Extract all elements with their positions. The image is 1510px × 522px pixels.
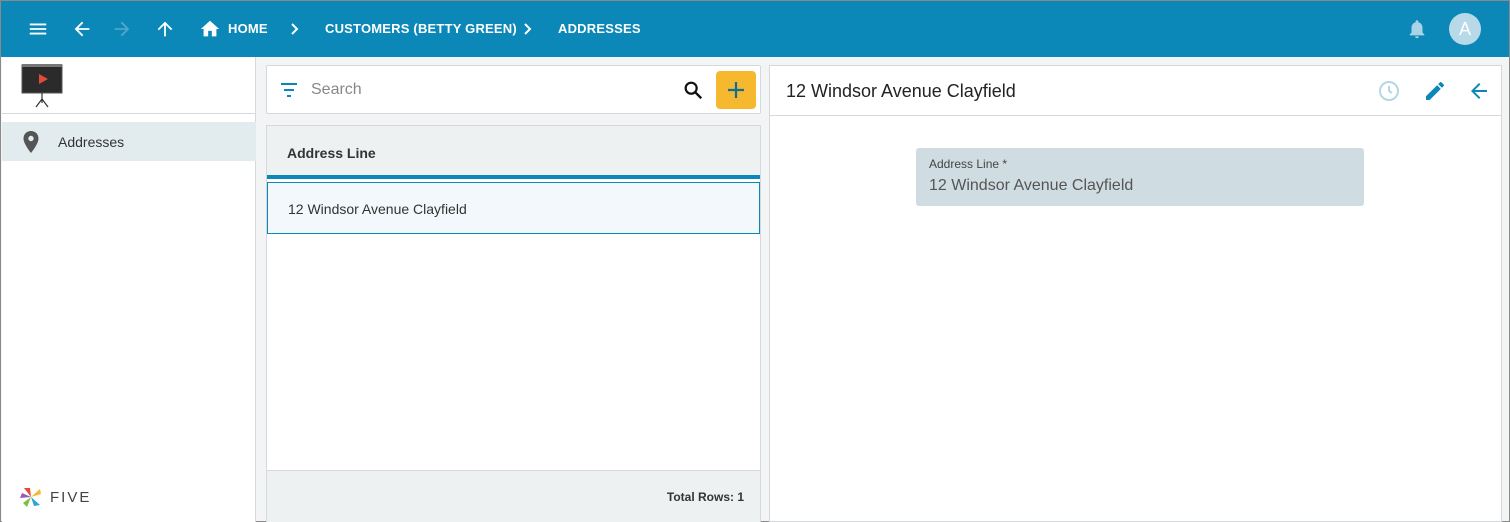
plus-icon (728, 82, 744, 98)
breadcrumb-home[interactable]: HOME (228, 21, 268, 36)
search-input[interactable]: Search (311, 81, 362, 99)
total-rows: Total Rows: 1 (666, 490, 744, 504)
forward-arrow-icon[interactable] (106, 13, 138, 45)
breadcrumb-addresses[interactable]: ADDRESSES (558, 21, 641, 36)
sidebar-header (2, 57, 256, 114)
add-button[interactable] (716, 71, 756, 109)
sidebar: Addresses FIVE (2, 57, 256, 522)
address-line-field[interactable]: Address Line * 12 Windsor Avenue Clayfie… (916, 148, 1364, 206)
detail-panel: 12 Windsor Avenue Clayfield Address Line… (769, 65, 1502, 522)
home-icon[interactable] (196, 13, 224, 45)
list-footer: Total Rows: 1 (267, 470, 760, 522)
list-item-address: 12 Windsor Avenue Clayfield (288, 201, 467, 217)
list-item[interactable]: 12 Windsor Avenue Clayfield (267, 182, 760, 234)
avatar-letter: A (1458, 18, 1471, 39)
search-bar: Search (266, 65, 761, 114)
back-arrow-icon[interactable] (1467, 79, 1491, 103)
detail-header: 12 Windsor Avenue Clayfield (770, 66, 1501, 116)
field-value: 12 Windsor Avenue Clayfield (929, 177, 1134, 194)
five-logo-icon (20, 488, 41, 507)
column-header-address-line: Address Line (287, 145, 376, 161)
sidebar-item-label: Addresses (58, 134, 125, 150)
list-column-header[interactable]: Address Line (267, 126, 760, 179)
presentation-screen-icon (21, 64, 63, 108)
app-window: HOME CUSTOMERS (BETTY GREEN) ADDRESSES A… (0, 0, 1510, 522)
up-arrow-icon[interactable] (149, 13, 181, 45)
bell-icon[interactable] (1401, 13, 1433, 45)
map-pin-icon (23, 131, 39, 153)
top-app-bar: HOME CUSTOMERS (BETTY GREEN) ADDRESSES A (1, 1, 1509, 57)
edit-pencil-icon[interactable] (1423, 79, 1447, 103)
breadcrumb-customers[interactable]: CUSTOMERS (BETTY GREEN) (325, 21, 517, 36)
five-logo: FIVE (18, 484, 91, 510)
sidebar-item-addresses[interactable]: Addresses (2, 122, 256, 161)
avatar[interactable]: A (1449, 13, 1481, 45)
history-clock-icon[interactable] (1377, 79, 1401, 103)
chevron-right-icon (524, 23, 532, 35)
detail-title: 12 Windsor Avenue Clayfield (786, 81, 1016, 101)
filter-icon[interactable] (279, 80, 299, 100)
chevron-right-icon (291, 23, 299, 35)
field-label: Address Line * (929, 157, 1008, 171)
search-icon[interactable] (682, 79, 704, 101)
back-arrow-icon[interactable] (66, 13, 98, 45)
brand-name: FIVE (50, 488, 92, 506)
menu-icon[interactable] (22, 13, 54, 45)
list-panel: Address Line 12 Windsor Avenue Clayfield… (266, 125, 761, 522)
